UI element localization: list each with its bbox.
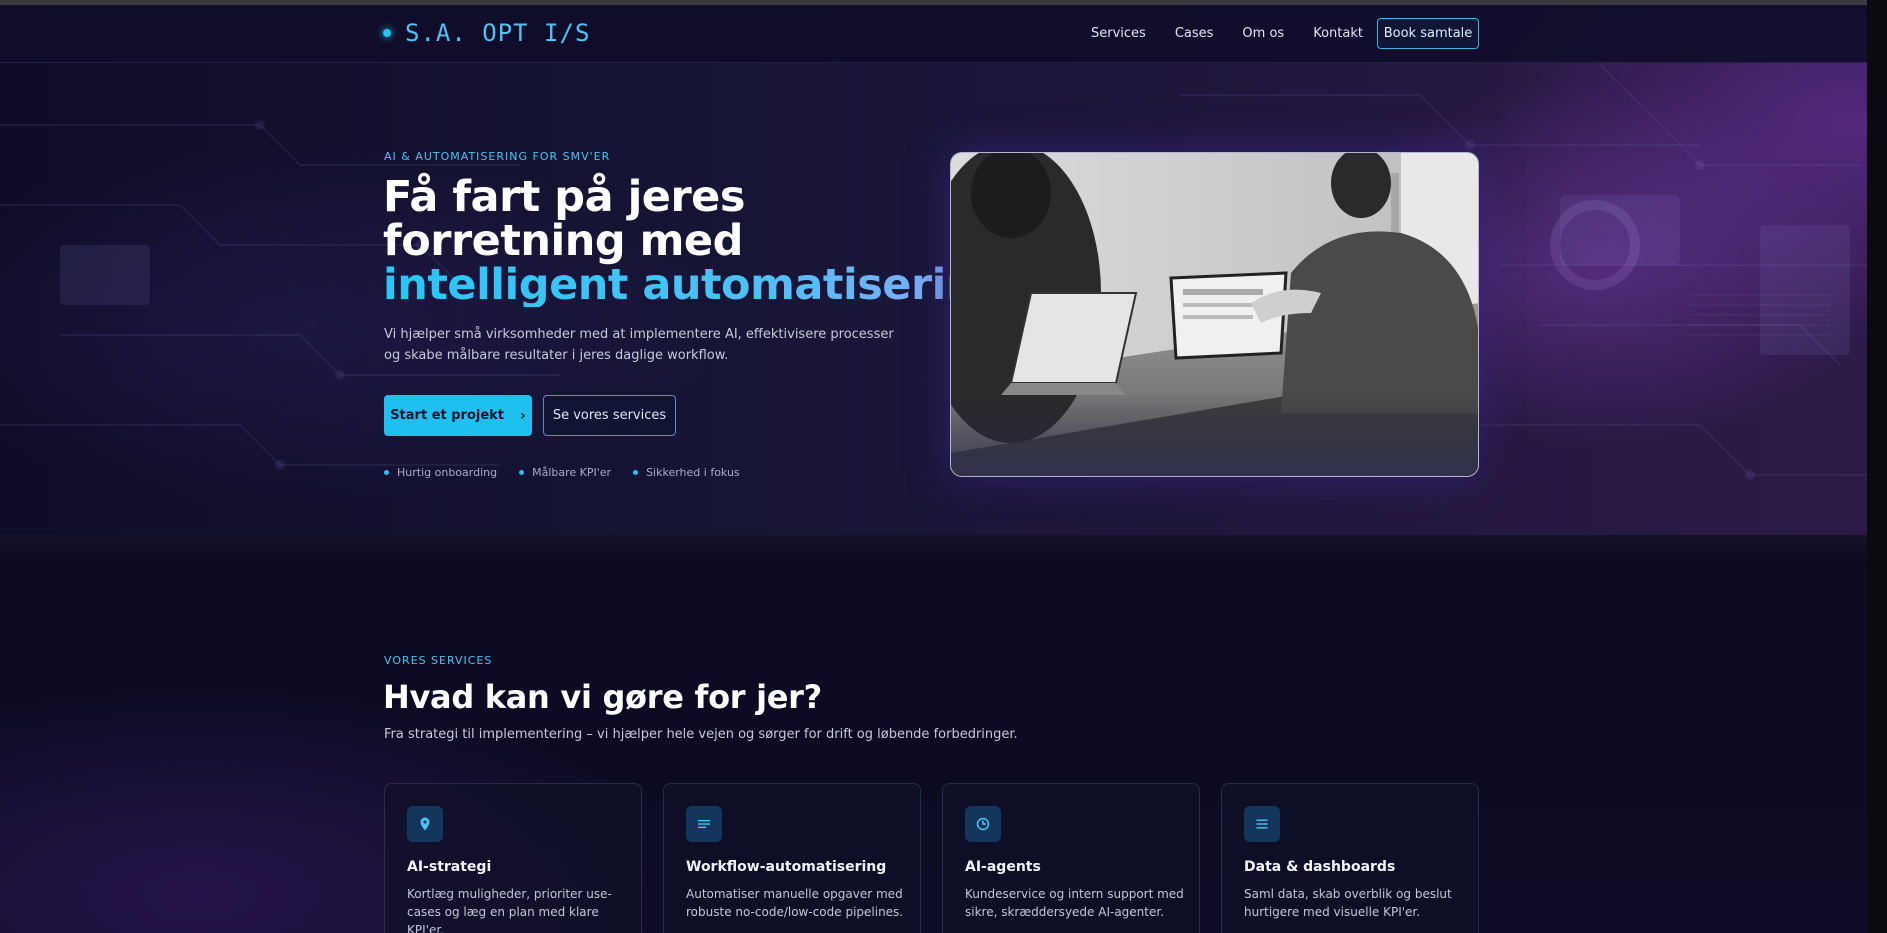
bullet-label: Målbare KPI'er — [532, 466, 612, 479]
bullet-item: Sikkerhed i fokus — [633, 466, 740, 479]
bullet-label: Hurtig onboarding — [397, 466, 498, 479]
hero-title-accent: intelligent automatisering — [383, 260, 1007, 310]
card-text: Saml data, skab overblik og beslut hurti… — [1244, 887, 1452, 919]
start-project-button[interactable]: Start et projekt › — [384, 395, 532, 436]
card-title: Workflow-automatisering — [686, 859, 887, 875]
logo[interactable]: S.A. OPT I/S — [383, 19, 590, 47]
bullet-item: Hurtig onboarding — [384, 466, 497, 479]
book-samtale-button[interactable]: Book samtale — [1377, 18, 1479, 49]
bullet-label: Sikkerhed i fokus — [646, 466, 740, 479]
nav-link-kontakt[interactable]: Kontakt — [1313, 26, 1363, 41]
hero-description: Vi hjælper små virksomheder med at imple… — [384, 327, 894, 363]
bullet-item: Målbare KPI'er — [519, 466, 611, 479]
hero-title: Få fart på jeres forretning med — [383, 172, 745, 266]
card-title: Data & dashboards — [1244, 859, 1396, 875]
office-meeting-photo — [951, 153, 1478, 476]
card-title: AI-agents — [965, 859, 1041, 875]
service-card-data-dashboards[interactable]: Data & dashboards Saml data, skab overbl… — [1221, 783, 1479, 933]
clock-icon — [965, 806, 1001, 842]
menu-icon — [1244, 806, 1280, 842]
service-card-ai-strategi[interactable]: AI-strategi Kortlæg muligheder, priorite… — [384, 783, 642, 933]
nav-link-om-os[interactable]: Om os — [1242, 26, 1284, 41]
card-text: Automatiser manuelle opgaver med robuste… — [686, 887, 904, 919]
navbar: S.A. OPT I/S Services Cases Om os Kontak… — [0, 5, 1867, 63]
bullet-dot-icon — [384, 470, 389, 475]
bullet-dot-icon — [633, 470, 639, 475]
nav-link-cases[interactable]: Cases — [1175, 26, 1214, 41]
service-card-ai-agents[interactable]: AI-agents Kundeservice og intern support… — [942, 783, 1200, 933]
hero-photo — [950, 152, 1479, 477]
logo-text: S.A. OPT I/S — [405, 19, 591, 47]
service-card-workflow[interactable]: Workflow-automatisering Automatiser manu… — [663, 783, 921, 933]
services-subtitle: Fra strategi til implementering – vi hjæ… — [384, 727, 1018, 742]
hero-bottom-fade — [0, 535, 1867, 565]
start-project-label: Start et projekt — [390, 408, 505, 423]
services-title: Hvad kan vi gøre for jer? — [383, 678, 822, 716]
chevron-right-icon: › — [520, 407, 526, 424]
bullet-dot-icon — [519, 470, 525, 475]
hero-bullets: Hurtig onboarding Målbare KPI'er Sikkerh… — [384, 466, 762, 479]
hero-eyebrow: AI & AUTOMATISERING FOR SMV'ER — [384, 150, 611, 163]
services-eyebrow: VORES SERVICES — [384, 654, 493, 667]
nav-links: Services Cases Om os Kontakt — [1091, 26, 1392, 41]
service-cards: AI-strategi Kortlæg muligheder, priorite… — [384, 783, 1479, 933]
nav-link-services[interactable]: Services — [1091, 26, 1146, 41]
logo-dot-icon — [383, 29, 391, 37]
map-pin-icon — [407, 806, 443, 842]
see-services-button[interactable]: Se vores services — [543, 395, 676, 436]
card-title: AI-strategi — [407, 859, 492, 875]
lines-icon — [686, 806, 722, 842]
card-text: Kortlæg muligheder, prioriter use-cases … — [407, 887, 612, 933]
scrollbar-track[interactable] — [1867, 0, 1887, 933]
card-text: Kundeservice og intern support med sikre… — [965, 887, 1184, 919]
